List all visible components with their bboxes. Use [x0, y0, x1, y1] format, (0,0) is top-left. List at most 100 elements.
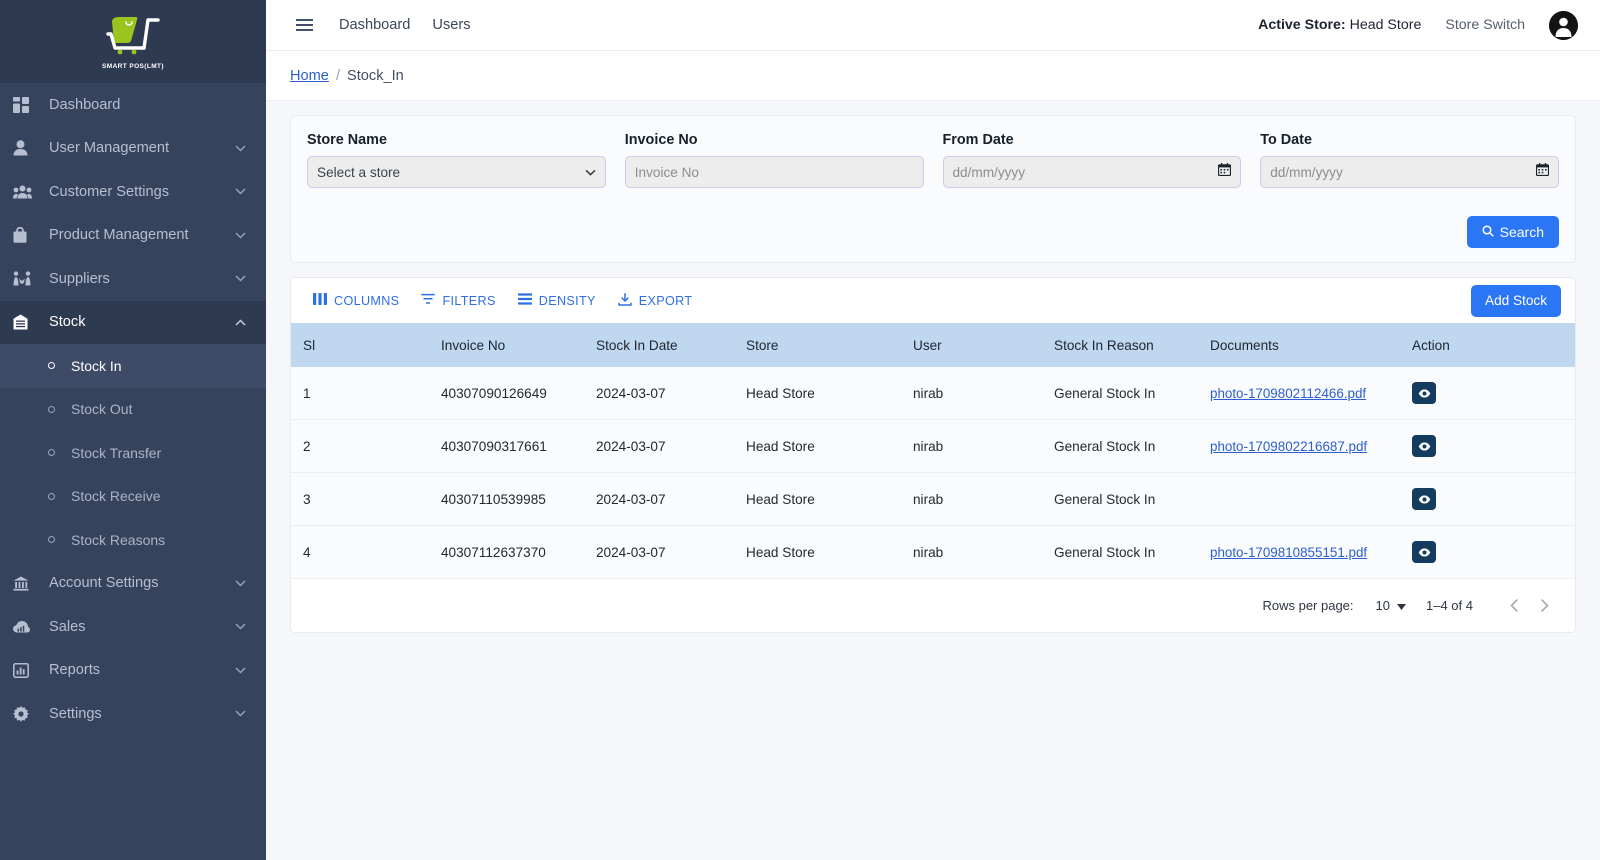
menu-toggle-icon[interactable]	[296, 19, 313, 31]
user-icon	[13, 140, 39, 156]
cell-invoice-no: 40307090126649	[441, 367, 596, 420]
cell-action	[1412, 472, 1575, 526]
eye-icon	[1418, 442, 1430, 450]
sidebar-item-label: Suppliers	[49, 270, 110, 287]
page-content: Store Name Select a store Invoice No Inv…	[266, 101, 1600, 633]
eye-icon	[1418, 548, 1430, 556]
breadcrumb-separator: /	[335, 67, 340, 84]
chart-icon	[13, 662, 39, 678]
bag-icon	[13, 227, 39, 243]
search-button-label: Search	[1499, 224, 1544, 240]
view-button[interactable]	[1412, 435, 1436, 457]
search-button[interactable]: Search	[1466, 216, 1559, 248]
document-link[interactable]: photo-1709802112466.pdf	[1210, 386, 1366, 401]
bullet-icon	[48, 405, 55, 413]
cell-documents: photo-1709802112466.pdf	[1210, 367, 1412, 420]
sidebar-item-stock-transfer[interactable]: Stock Transfer	[0, 431, 266, 475]
cell-action	[1412, 367, 1575, 420]
sidebar-item-stock-in[interactable]: Stock In	[0, 344, 266, 388]
cell-store: Head Store	[746, 472, 913, 526]
document-link[interactable]: photo-1709810855151.pdf	[1210, 545, 1367, 560]
filter-from-date: From Date	[942, 132, 1242, 188]
sidebar-item-label: Settings	[49, 705, 102, 722]
sidebar-item-label: Reports	[49, 662, 101, 679]
sidebar-item-dashboard[interactable]: Dashboard	[0, 83, 266, 127]
table-body: 1 40307090126649 2024-03-07 Head Store n…	[291, 367, 1575, 579]
store-switch-button[interactable]: Store Switch	[1445, 17, 1525, 33]
sidebar-item-stock-out[interactable]: Stock Out	[0, 388, 266, 432]
store-name-select[interactable]: Select a store	[307, 156, 606, 188]
density-label: DENSITY	[538, 293, 596, 308]
cell-stock-in-date: 2024-03-07	[596, 367, 746, 420]
rows-per-page-label: Rows per page:	[1262, 598, 1354, 613]
invoice-no-input[interactable]	[624, 156, 924, 188]
export-button[interactable]: EXPORT	[610, 288, 701, 314]
density-icon	[517, 293, 532, 308]
cell-reason: General Stock In	[1054, 419, 1210, 473]
view-button[interactable]	[1412, 382, 1436, 404]
add-stock-button[interactable]: Add Stock	[1471, 284, 1561, 317]
topnav-dashboard[interactable]: Dashboard	[339, 17, 410, 33]
search-row: Search	[307, 216, 1559, 248]
sidebar-item-reports[interactable]: Reports	[0, 649, 266, 693]
columns-button[interactable]: COLUMNS	[305, 288, 407, 313]
bank-icon	[13, 576, 39, 591]
filters-label: FILTERS	[442, 293, 496, 308]
stock-submenu: Stock In Stock Out Stock Transfer Stock …	[0, 344, 266, 562]
col-header-store[interactable]: Store	[746, 323, 913, 367]
sidebar-item-product-management[interactable]: Product Management	[0, 214, 266, 258]
col-header-stock-in-reason[interactable]: Stock In Reason	[1054, 323, 1210, 367]
view-button[interactable]	[1412, 488, 1436, 510]
columns-label: COLUMNS	[334, 293, 400, 308]
to-date-input[interactable]	[1260, 156, 1559, 188]
avatar[interactable]	[1549, 10, 1578, 40]
from-date-input[interactable]	[942, 156, 1242, 188]
sidebar-subitem-label: Stock Out	[71, 401, 133, 418]
next-page-button[interactable]	[1529, 591, 1559, 621]
document-link[interactable]: photo-1709802216687.pdf	[1210, 439, 1367, 454]
cell-user: nirab	[913, 419, 1054, 473]
density-button[interactable]: DENSITY	[510, 288, 604, 313]
col-header-user[interactable]: User	[913, 323, 1054, 367]
brand-logo[interactable]: SMART POS(LMT)	[0, 0, 266, 83]
brand-name: SMART POS(LMT)	[102, 63, 164, 70]
shopping-cart-logo-icon	[106, 17, 160, 55]
view-button[interactable]	[1412, 541, 1436, 563]
table-row[interactable]: 1 40307090126649 2024-03-07 Head Store n…	[291, 367, 1575, 420]
cell-invoice-no: 40307090317661	[441, 419, 596, 473]
sidebar-item-stock[interactable]: Stock	[0, 300, 266, 344]
sidebar-subitem-label: Stock Transfer	[71, 444, 162, 461]
cell-invoice-no: 40307112637370	[441, 525, 596, 579]
filter-store-name: Store Name Select a store	[307, 132, 606, 188]
gear-icon	[13, 705, 39, 722]
filter-row: Store Name Select a store Invoice No Inv…	[307, 132, 1559, 188]
table-toolbar: COLUMNS FILTERS DENSITY EXPORT Add Stock	[291, 278, 1575, 323]
col-header-invoice-no[interactable]: Invoice No	[441, 323, 596, 367]
sidebar-item-stock-reasons[interactable]: Stock Reasons	[0, 518, 266, 562]
rows-per-page-select[interactable]: 10	[1376, 598, 1406, 613]
previous-page-button[interactable]	[1499, 591, 1529, 621]
col-header-sl[interactable]: Sl	[291, 323, 441, 367]
sidebar-item-sales[interactable]: Sales	[0, 605, 266, 649]
table-row[interactable]: 3 40307110539985 2024-03-07 Head Store n…	[291, 472, 1575, 526]
table-row[interactable]: 4 40307112637370 2024-03-07 Head Store n…	[291, 525, 1575, 579]
sidebar-item-stock-receive[interactable]: Stock Receive	[0, 475, 266, 519]
eye-icon	[1418, 495, 1430, 503]
sidebar-item-settings[interactable]: Settings	[0, 692, 266, 736]
topnav-users[interactable]: Users	[432, 17, 470, 33]
col-header-stock-in-date[interactable]: Stock In Date	[596, 323, 746, 367]
search-icon	[1482, 224, 1494, 240]
filters-button[interactable]: FILTERS	[413, 288, 503, 313]
breadcrumb-home[interactable]: Home	[290, 68, 329, 84]
invoice-no-label: Invoice No	[624, 132, 698, 148]
cell-stock-in-date: 2024-03-07	[596, 525, 746, 579]
sidebar-item-label: Sales	[49, 618, 86, 635]
col-header-action[interactable]: Action	[1412, 323, 1575, 367]
sidebar-item-account-settings[interactable]: Account Settings	[0, 562, 266, 606]
sidebar-item-user-management[interactable]: User Management	[0, 127, 266, 171]
store-name-label: Store Name	[307, 132, 387, 148]
table-row[interactable]: 2 40307090317661 2024-03-07 Head Store n…	[291, 419, 1575, 473]
sidebar-item-customer-settings[interactable]: Customer Settings	[0, 170, 266, 214]
col-header-documents[interactable]: Documents	[1210, 323, 1412, 367]
sidebar-item-suppliers[interactable]: Suppliers	[0, 257, 266, 301]
